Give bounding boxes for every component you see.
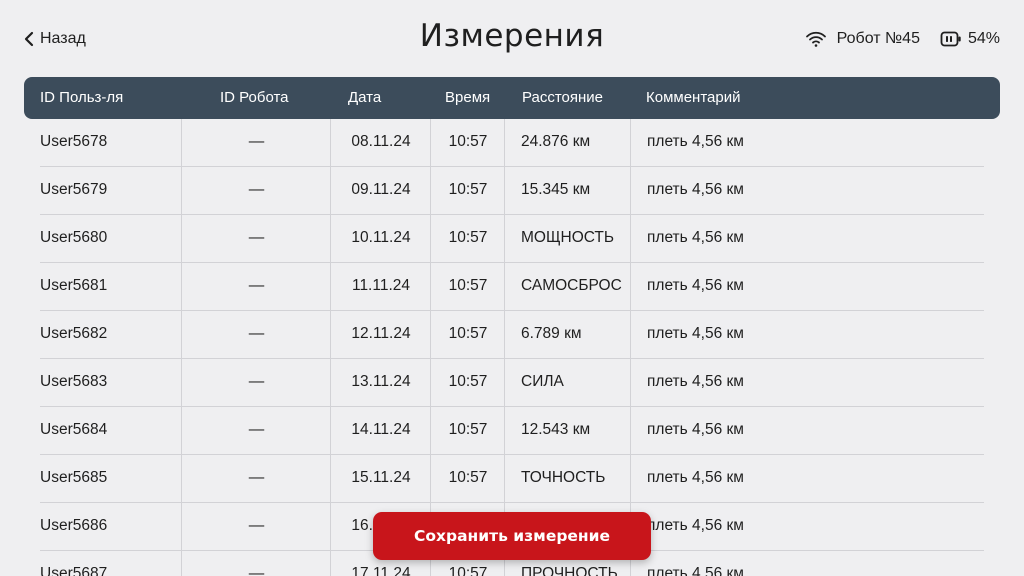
cell-time: 10:57 bbox=[448, 325, 488, 342]
cell-comment: плеть 4,56 км bbox=[647, 277, 744, 294]
cell-robot-id: — bbox=[248, 229, 265, 246]
cell-user-id: User5685 bbox=[40, 469, 108, 486]
cell-date: 12.11.24 bbox=[351, 325, 411, 342]
cell-distance: 12.543 км bbox=[521, 421, 591, 438]
cell-user-id: User5683 bbox=[40, 373, 108, 390]
cell-distance: СИЛА bbox=[521, 373, 564, 390]
cell-robot-id: — bbox=[248, 181, 265, 198]
cell-date: 10.11.24 bbox=[351, 229, 411, 246]
cell-robot-id: — bbox=[248, 565, 265, 576]
column-header-comment[interactable]: Комментарий bbox=[646, 77, 740, 119]
cell-distance: САМОСБРОС bbox=[521, 277, 622, 294]
column-header-robot-id[interactable]: ID Робота bbox=[220, 77, 289, 119]
cell-comment: плеть 4,56 км bbox=[647, 517, 744, 534]
cell-user-id: User5679 bbox=[40, 181, 108, 198]
cell-distance: 6.789 км bbox=[521, 325, 582, 342]
cell-robot-id: — bbox=[248, 133, 265, 150]
table-row[interactable]: User5681 — 11.11.24 10:57 САМОСБРОС плеть 4,5… bbox=[40, 263, 984, 311]
column-divider bbox=[630, 311, 631, 358]
cell-time: 10:57 bbox=[448, 373, 488, 390]
table-row[interactable]: User5679 — 09.11.24 10:57 15.345 км плеть 4,5… bbox=[40, 167, 984, 215]
column-divider bbox=[630, 119, 631, 166]
column-header-date[interactable]: Дата bbox=[348, 77, 381, 119]
table-row[interactable]: User5682 — 12.11.24 10:57 6.789 км плеть 4,56… bbox=[40, 311, 984, 359]
status-area: Робот №45 54% bbox=[805, 28, 1000, 50]
cell-date: 14.11.24 bbox=[351, 421, 411, 438]
cell-date: 11.11.24 bbox=[351, 277, 411, 294]
table-row[interactable]: User5684 — 14.11.24 10:57 12.543 км плеть 4,5… bbox=[40, 407, 984, 455]
cell-comment: плеть 4,56 км bbox=[647, 325, 744, 342]
robot-name: Робот №45 bbox=[836, 30, 920, 47]
cell-robot-id: — bbox=[248, 277, 265, 294]
cell-user-id: User5681 bbox=[40, 277, 108, 294]
cell-distance: 24.876 км bbox=[521, 133, 591, 150]
table-row[interactable]: User5680 — 10.11.24 10:57 МОЩНОСТЬ плеть 4,56… bbox=[40, 215, 984, 263]
column-divider bbox=[630, 359, 631, 406]
cell-distance: 15.345 км bbox=[521, 181, 591, 198]
cell-time: 10:57 bbox=[448, 277, 488, 294]
column-divider bbox=[630, 215, 631, 262]
cell-comment: плеть 4,56 км bbox=[647, 229, 744, 246]
cell-comment: плеть 4,56 км bbox=[647, 133, 744, 150]
cell-date: 08.11.24 bbox=[351, 133, 411, 150]
table-header: ID Польз-ля ID Робота Дата Время Расстоя… bbox=[24, 77, 1000, 119]
top-bar: Назад Измерения Робот №45 54% bbox=[0, 0, 1024, 76]
table-row[interactable]: User5678 — 08.11.24 10:57 24.876 км плеть 4,5… bbox=[40, 119, 984, 167]
column-header-distance[interactable]: Расстояние bbox=[522, 77, 603, 119]
column-divider bbox=[630, 263, 631, 310]
wifi-icon bbox=[805, 31, 826, 47]
cell-time: 10:57 bbox=[448, 229, 488, 246]
cell-time: 10:57 bbox=[448, 181, 488, 198]
column-divider bbox=[630, 455, 631, 502]
cell-comment: плеть 4,56 км bbox=[647, 469, 744, 486]
cell-robot-id: — bbox=[248, 373, 265, 390]
cell-user-id: User5682 bbox=[40, 325, 108, 342]
column-header-user-id[interactable]: ID Польз-ля bbox=[40, 77, 123, 119]
cell-time: 10:57 bbox=[448, 421, 488, 438]
cell-comment: плеть 4,56 км bbox=[647, 181, 744, 198]
cell-distance: ТОЧНОСТЬ bbox=[521, 469, 606, 486]
column-divider bbox=[630, 167, 631, 214]
table-body: User5678 — 08.11.24 10:57 24.876 км плеть 4,5… bbox=[40, 119, 984, 576]
column-header-time[interactable]: Время bbox=[445, 77, 490, 119]
column-divider bbox=[630, 407, 631, 454]
cell-user-id: User5680 bbox=[40, 229, 108, 246]
save-measurement-button[interactable]: Сохранить измерение bbox=[373, 512, 651, 560]
cell-user-id: User5687 bbox=[40, 565, 108, 576]
table-row[interactable]: User5683 — 13.11.24 10:57 СИЛА плеть 4,56 км bbox=[40, 359, 984, 407]
cell-robot-id: — bbox=[248, 325, 265, 342]
cell-robot-id: — bbox=[248, 421, 265, 438]
cell-date: 15.11.24 bbox=[351, 469, 411, 486]
cell-robot-id: — bbox=[248, 469, 265, 486]
cell-date: 09.11.24 bbox=[351, 181, 411, 198]
cell-date: 13.11.24 bbox=[351, 373, 411, 390]
cell-user-id: User5678 bbox=[40, 133, 108, 150]
cell-user-id: User5686 bbox=[40, 517, 108, 534]
cell-time: 10:57 bbox=[448, 133, 488, 150]
cell-comment: плеть 4,56 км bbox=[647, 421, 744, 438]
cell-user-id: User5684 bbox=[40, 421, 108, 438]
cell-comment: плеть 4,56 км bbox=[647, 565, 744, 576]
cell-comment: плеть 4,56 км bbox=[647, 373, 744, 390]
cell-time: 10:57 bbox=[448, 469, 488, 486]
table-row[interactable]: User5685 — 15.11.24 10:57 ТОЧНОСТЬ плеть 4,56… bbox=[40, 455, 984, 503]
battery-icon bbox=[940, 31, 961, 47]
cell-distance: МОЩНОСТЬ bbox=[521, 229, 615, 246]
cell-robot-id: — bbox=[248, 517, 265, 534]
battery-percent: 54% bbox=[967, 30, 1000, 47]
measurements-table: ID Польз-ля ID Робота Дата Время Расстоя… bbox=[24, 77, 1000, 576]
